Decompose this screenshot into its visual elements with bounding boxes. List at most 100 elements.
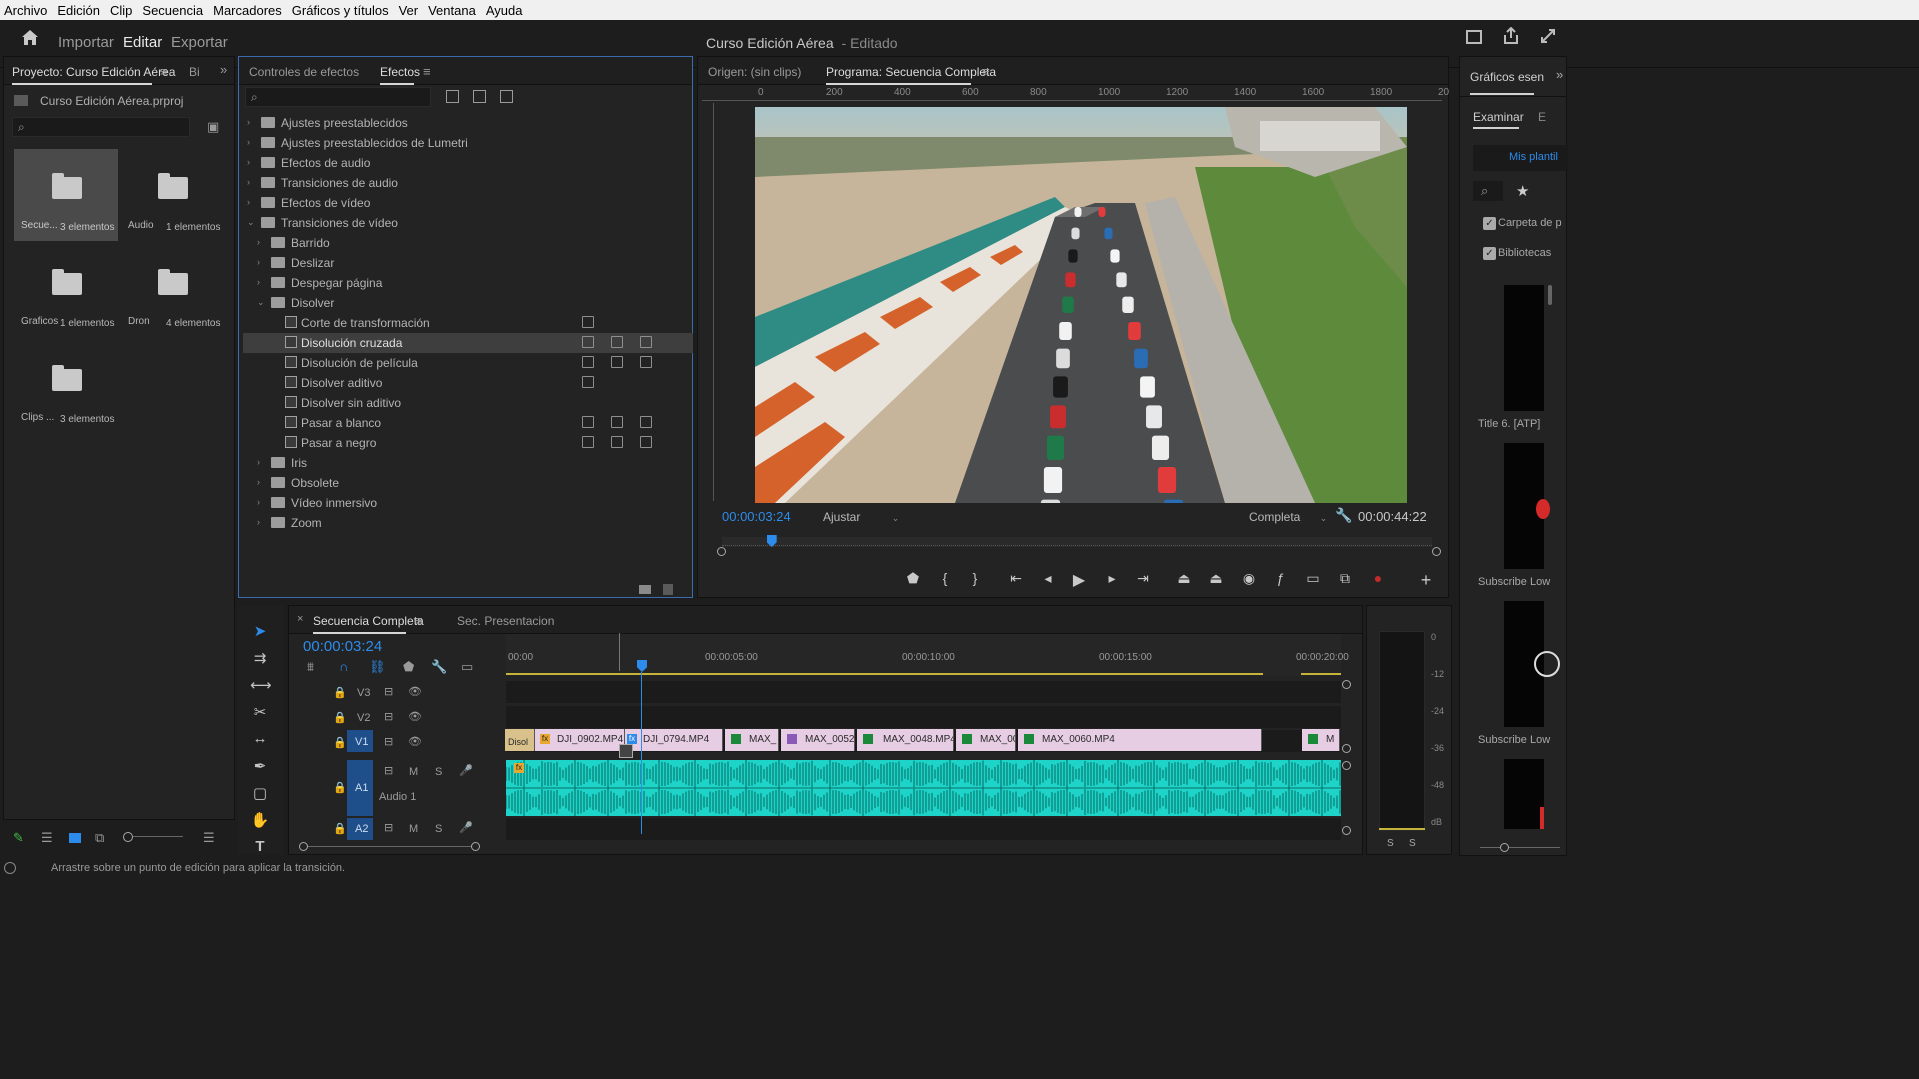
tab-browse[interactable]: Examinar — [1473, 110, 1524, 124]
chevron-right-icon[interactable]: › — [257, 477, 260, 487]
eye-icon[interactable]: 👁 — [408, 685, 422, 698]
add-marker-icon[interactable]: ⬟ — [403, 659, 414, 675]
export-frame-icon[interactable]: ◉ — [1239, 570, 1259, 587]
video-clip[interactable]: fx DJI_0902.MP4 — [535, 729, 625, 751]
zoom-start-handle[interactable] — [299, 842, 308, 851]
solo-left-button[interactable]: S — [1387, 838, 1394, 849]
sync-lock-icon[interactable]: ⊟ — [384, 821, 393, 834]
tree-effect[interactable]: Disolución de película — [243, 353, 693, 373]
tab-bins[interactable]: Bi — [189, 65, 200, 79]
chevron-right-icon[interactable]: › — [257, 497, 260, 507]
chevron-right-icon[interactable]: › — [257, 257, 260, 267]
video-clip[interactable]: MAX_0048.MP4 [ — [857, 729, 954, 751]
effects-search-input[interactable]: ⌕ — [245, 87, 431, 107]
video-clip[interactable]: MAX_0052. — [781, 729, 855, 751]
tree-folder[interactable]: › Ajustes preestablecidos — [243, 113, 693, 133]
chevron-right-icon[interactable]: › — [257, 237, 260, 247]
track-area-v3[interactable] — [506, 681, 1341, 703]
slip-tool-icon[interactable]: ↔ — [250, 730, 270, 750]
chevron-right-icon[interactable]: › — [257, 517, 260, 527]
captions-icon[interactable]: ▭ — [461, 659, 473, 675]
fx-icon[interactable]: ƒ — [1270, 570, 1290, 586]
mute-button[interactable]: M — [409, 823, 418, 835]
project-search-input[interactable]: ⌕ — [12, 117, 190, 137]
fullscreen-icon[interactable] — [1540, 28, 1556, 44]
microphone-icon[interactable]: 🎤 — [459, 764, 473, 777]
os-menu-item[interactable]: Marcadores — [213, 3, 282, 18]
tab-edit[interactable]: Editar — [123, 34, 162, 51]
fit-dropdown[interactable]: Ajustar ⌄ — [823, 510, 899, 524]
go-to-out-icon[interactable]: ⇥ — [1133, 570, 1153, 587]
menu-icon[interactable]: ≡ — [423, 64, 431, 79]
selection-tool-icon[interactable]: ➤ — [250, 622, 270, 642]
pen-tool-icon[interactable]: ✒ — [250, 757, 270, 777]
template-thumbnail[interactable] — [1504, 285, 1544, 411]
tab-source-monitor[interactable]: Origen: (sin clips) — [708, 65, 801, 79]
os-menu-item[interactable]: Ayuda — [486, 3, 523, 18]
eye-icon[interactable]: 👁 — [408, 735, 422, 748]
track-area-a2[interactable] — [506, 818, 1341, 840]
chevron-right-icon[interactable]: › — [257, 457, 260, 467]
mark-in-icon[interactable]: { — [935, 570, 955, 586]
monitor-scrubber[interactable] — [716, 531, 1441, 556]
bin-item[interactable]: Clips ... 3 elementos — [14, 341, 118, 433]
timeline-timecode[interactable]: 00:00:03:24 — [303, 638, 382, 655]
icon-view-icon[interactable] — [69, 833, 81, 843]
tree-folder[interactable]: › Efectos de vídeo — [243, 193, 693, 213]
tree-folder[interactable]: › Deslizar — [243, 253, 693, 273]
template-thumbnail[interactable] — [1504, 601, 1560, 727]
expand-panels-icon[interactable]: » — [220, 62, 227, 77]
list-view-icon[interactable]: ☰ — [41, 830, 53, 846]
accelerated-filter-icon[interactable] — [446, 90, 459, 103]
lock-icon[interactable]: 🔒 — [333, 822, 347, 835]
os-menu-item[interactable]: Edición — [57, 3, 100, 18]
thumbnail-size-slider[interactable] — [1480, 843, 1560, 853]
template-thumbnail[interactable] — [1504, 759, 1544, 829]
menu-icon[interactable]: ≡ — [415, 613, 423, 628]
sort-icon[interactable]: ☰ — [203, 830, 215, 846]
scroll-handle[interactable] — [1342, 744, 1351, 753]
video-clip[interactable]: M — [1302, 729, 1340, 751]
tab-program-monitor[interactable]: Programa: Secuencia Completa — [826, 65, 996, 79]
tab-sequence-complete[interactable]: Secuencia Completa — [313, 614, 424, 628]
os-menu-item[interactable]: Gráficos y títulos — [292, 3, 389, 18]
tab-export[interactable]: Exportar — [171, 34, 228, 51]
tree-folder[interactable]: › Vídeo inmersivo — [243, 493, 693, 513]
new-bin-icon[interactable] — [639, 585, 651, 594]
share-icon[interactable] — [1503, 26, 1519, 45]
tree-folder[interactable]: › Transiciones de audio — [243, 173, 693, 193]
ripple-edit-tool-icon[interactable]: ⟷ — [250, 676, 272, 696]
tab-edit-graphics[interactable]: E — [1538, 110, 1546, 124]
mute-button[interactable]: M — [409, 766, 418, 778]
step-forward-icon[interactable]: ▸ — [1102, 570, 1122, 587]
track-select-tool-icon[interactable]: ⇉ — [250, 649, 270, 669]
extract-icon[interactable]: ⏏ — [1206, 570, 1226, 587]
tree-folder[interactable]: › Ajustes preestablecidos de Lumetri — [243, 133, 693, 153]
scrubber-end-handle[interactable] — [1432, 547, 1441, 556]
tree-effect[interactable]: Disolver aditivo — [243, 373, 693, 393]
sync-lock-icon[interactable]: ⊟ — [384, 735, 393, 748]
sync-lock-icon[interactable]: ⊟ — [384, 685, 393, 698]
freeform-view-icon[interactable]: ⧉ — [95, 830, 104, 846]
lift-icon[interactable]: ⏏ — [1174, 570, 1194, 587]
chevron-down-icon[interactable]: ⌄ — [257, 297, 265, 308]
graphics-scrollbar[interactable] — [1548, 285, 1552, 305]
tree-folder[interactable]: › Zoom — [243, 513, 693, 533]
safe-margins-icon[interactable]: ▭ — [1303, 570, 1323, 587]
add-marker-icon[interactable]: ⬟ — [903, 570, 923, 587]
eye-icon[interactable]: 👁 — [408, 710, 422, 723]
monitor-current-timecode[interactable]: 00:00:03:24 — [722, 509, 791, 524]
play-icon[interactable]: ▶ — [1069, 570, 1089, 590]
tree-folder[interactable]: › Barrido — [243, 233, 693, 253]
tree-effect[interactable]: Disolver sin aditivo — [243, 393, 693, 413]
slider-knob[interactable] — [1500, 843, 1509, 852]
bin-item[interactable]: Audio 1 elementos — [120, 149, 224, 241]
hand-tool-icon[interactable]: ✋ — [250, 811, 270, 831]
zoom-slider[interactable] — [123, 832, 183, 842]
video-frame[interactable] — [755, 107, 1407, 503]
video-clip[interactable]: MAX_ — [725, 729, 779, 751]
32bit-filter-icon[interactable] — [473, 90, 486, 103]
template-thumbnail[interactable] — [1504, 443, 1550, 569]
timeline-ruler[interactable]: 00:00 00:00:05:00 00:00:10:00 00:00:15:00 00… — [506, 634, 1349, 676]
chevron-right-icon[interactable]: › — [247, 197, 250, 207]
